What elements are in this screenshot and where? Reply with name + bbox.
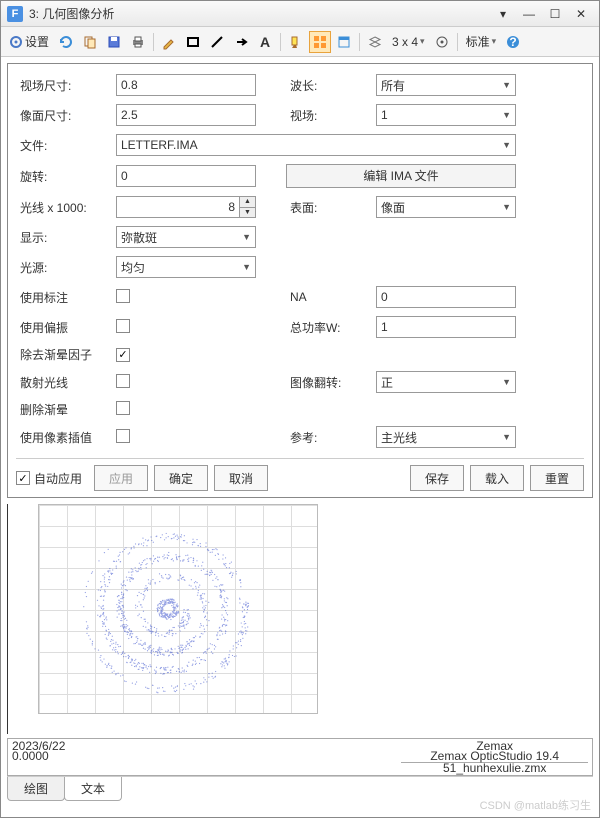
settings-panel: 视场尺寸: 波长: 所有▼ 像面尺寸: 视场: 1▼ 文件: LETTERF.I…	[7, 63, 593, 498]
apply-button[interactable]: 应用	[94, 465, 148, 491]
refresh-icon[interactable]	[55, 31, 77, 53]
rotate-input[interactable]	[116, 165, 256, 187]
power-input[interactable]	[376, 316, 516, 338]
copy-icon[interactable]	[79, 31, 101, 53]
dropdown-button[interactable]: ▾	[491, 5, 515, 23]
edit-ima-button[interactable]: 编辑 IMA 文件	[286, 164, 516, 188]
field-size-label: 视场尺寸:	[16, 77, 116, 94]
tab-plot[interactable]: 绘图	[7, 777, 65, 801]
field-size-input[interactable]	[116, 74, 256, 96]
settings-menu[interactable]: 设置	[5, 33, 53, 50]
minimize-button[interactable]: —	[517, 5, 541, 23]
ref-label: 参考:	[286, 429, 376, 446]
file-label: 文件:	[16, 137, 116, 154]
rays-label: 光线 x 1000:	[16, 199, 116, 216]
plot-area	[7, 504, 593, 734]
ok-button[interactable]: 确定	[154, 465, 208, 491]
standard-menu[interactable]: 标准▾	[462, 33, 501, 50]
surface-select[interactable]: 像面▼	[376, 196, 516, 218]
cancel-button[interactable]: 取消	[214, 465, 268, 491]
rays-spinner[interactable]: ▲▼	[239, 197, 255, 217]
scatter-checkbox[interactable]	[116, 374, 130, 388]
use-polar-label: 使用偏振	[16, 319, 116, 336]
maximize-button[interactable]: ☐	[543, 5, 567, 23]
field-label: 视场:	[286, 107, 376, 124]
wavelength-label: 波长:	[286, 77, 376, 94]
delete-vig-label: 删除渐晕	[16, 401, 116, 418]
save-button[interactable]: 保存	[410, 465, 464, 491]
title-bar: F 3: 几何图像分析 ▾ — ☐ ✕	[1, 1, 599, 27]
rays-input[interactable]	[116, 196, 256, 218]
close-button[interactable]: ✕	[569, 5, 593, 23]
svg-text:?: ?	[509, 35, 516, 49]
use-label-checkbox[interactable]	[116, 289, 130, 303]
rect-icon[interactable]	[182, 31, 204, 53]
layers-icon[interactable]	[364, 31, 386, 53]
line-icon[interactable]	[206, 31, 228, 53]
tab-text[interactable]: 文本	[64, 777, 122, 801]
source-select[interactable]: 均匀▼	[116, 256, 256, 278]
flip-label: 图像翻转:	[286, 374, 376, 391]
print-icon[interactable]	[127, 31, 149, 53]
pixel-interp-label: 使用像素插值	[16, 429, 116, 446]
field-select[interactable]: 1▼	[376, 104, 516, 126]
app-icon: F	[7, 6, 23, 22]
image-size-label: 像面尺寸:	[16, 107, 116, 124]
use-polar-checkbox[interactable]	[116, 319, 130, 333]
surface-label: 表面:	[286, 199, 376, 216]
plot-legend: 2023/6/220.0000 ZemaxZemax OpticStudio 1…	[7, 738, 593, 776]
file-select[interactable]: LETTERF.IMA▼	[116, 134, 516, 156]
pixel-interp-checkbox[interactable]	[116, 429, 130, 443]
na-input[interactable]	[376, 286, 516, 308]
watermark: CSDN @matlab练习生	[480, 797, 591, 813]
window-title: 3: 几何图像分析	[29, 5, 489, 22]
delete-vig-checkbox[interactable]	[116, 401, 130, 415]
grid-view-icon[interactable]	[309, 31, 331, 53]
scatter-label: 散射光线	[16, 374, 116, 391]
wavelength-select[interactable]: 所有▼	[376, 74, 516, 96]
reset-button[interactable]: 重置	[530, 465, 584, 491]
image-size-input[interactable]	[116, 104, 256, 126]
remove-vig-checkbox[interactable]	[116, 348, 130, 362]
help-icon[interactable]: ?	[502, 31, 524, 53]
target-icon[interactable]	[431, 31, 453, 53]
rotate-label: 旋转:	[16, 168, 116, 185]
use-label-label: 使用标注	[16, 289, 116, 306]
arrow-icon[interactable]	[230, 31, 252, 53]
text-icon[interactable]: A	[254, 31, 276, 53]
power-label: 总功率W:	[286, 319, 376, 336]
window-icon[interactable]	[333, 31, 355, 53]
panel-footer: 自动应用 应用 确定 取消 保存 载入 重置	[16, 458, 584, 491]
remove-vig-label: 除去渐晕因子	[16, 346, 116, 363]
source-label: 光源:	[16, 259, 116, 276]
grid-size-menu[interactable]: 3 x 4▾	[388, 35, 429, 49]
ref-select[interactable]: 主光线▼	[376, 426, 516, 448]
toolbar: 设置 A 3 x 4▾ 标准▾ ?	[1, 27, 599, 57]
save-icon[interactable]	[103, 31, 125, 53]
pencil-icon[interactable]	[158, 31, 180, 53]
na-label: NA	[286, 290, 376, 304]
auto-apply-checkbox[interactable]	[16, 471, 30, 485]
display-label: 显示:	[16, 229, 116, 246]
highlight-icon[interactable]	[285, 31, 307, 53]
flip-select[interactable]: 正▼	[376, 371, 516, 393]
display-select[interactable]: 弥散斑▼	[116, 226, 256, 248]
auto-apply-label: 自动应用	[34, 470, 82, 487]
spot-diagram	[58, 519, 278, 699]
load-button[interactable]: 载入	[470, 465, 524, 491]
